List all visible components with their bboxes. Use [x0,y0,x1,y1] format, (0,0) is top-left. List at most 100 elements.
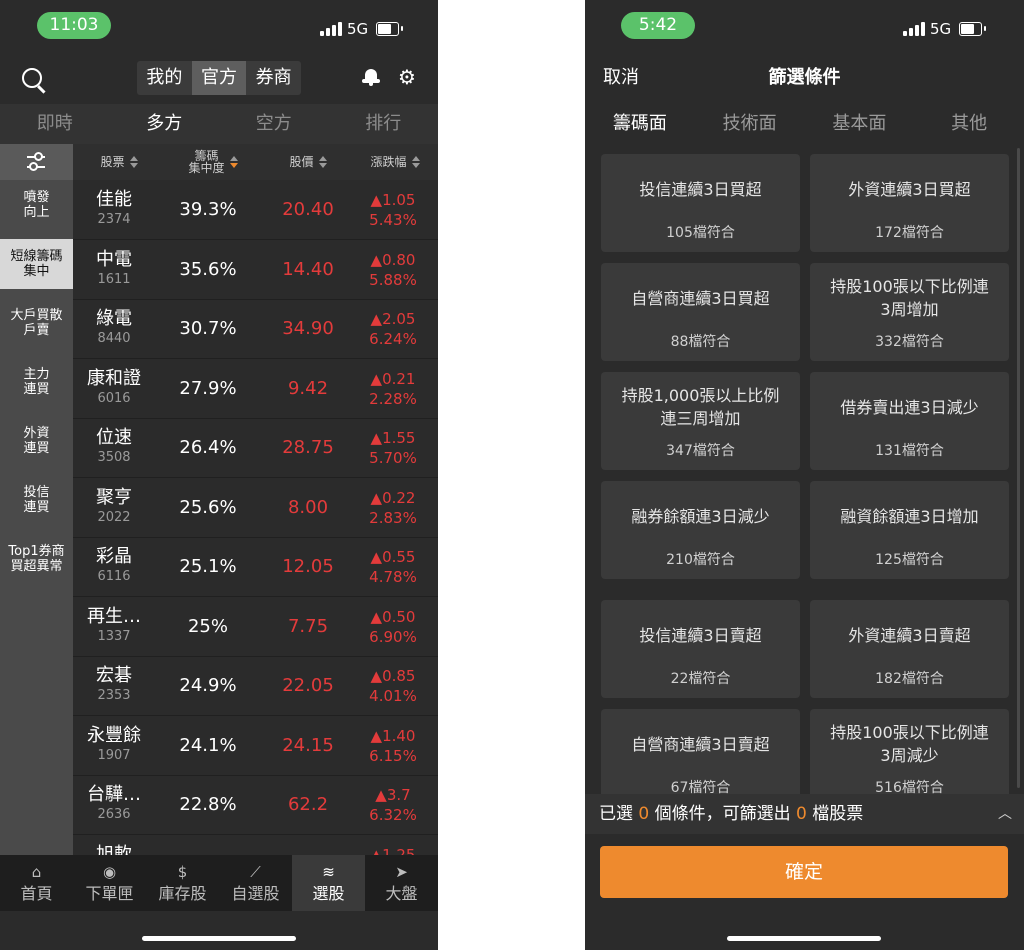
change-percent: 4.01% [369,687,417,705]
stock-code: 1907 [97,747,131,763]
condition-card[interactable]: 投信連續3日買超 105檔符合 [601,154,800,252]
price-value: 34.90 [282,318,334,339]
bell-icon[interactable] [362,67,380,87]
filter-tab[interactable]: 籌碼面 [585,104,695,144]
table-row[interactable]: 旭軟 ▲1.25 [73,835,438,855]
sidebar-item[interactable]: Top1券商 買超異常 [0,534,73,584]
condition-card[interactable]: 融資餘額連3日增加 125檔符合 [810,481,1009,579]
price-value: 8.00 [287,496,329,518]
condition-card[interactable]: 外資連續3日賣超 182檔符合 [810,600,1009,698]
cancel-button[interactable]: 取消 [603,52,639,104]
filter-tab[interactable]: 技術面 [695,104,805,144]
column-concentration[interactable]: 籌碼 集中度 [173,144,253,180]
tab-1[interactable]: 多方 [110,104,220,144]
sidebar-item[interactable]: 短線籌碼 集中 [0,239,73,289]
filter-tab[interactable]: 其他 [914,104,1024,144]
search-icon[interactable] [22,68,42,88]
table-row[interactable]: 佳能 2374 39.3% 20.40 ▲1.05 5.43% [73,180,438,240]
stock-code: 1337 [97,628,131,644]
status-bar: 5:42 5G [585,0,1024,52]
home-indicator[interactable] [142,936,296,941]
nav-label: 自選股 [231,884,280,903]
condition-card[interactable]: 持股100張以下比例連 3周增加 332檔符合 [810,263,1009,361]
stock-name: 永豐餘 [87,724,141,746]
table-row[interactable]: 中電 1611 35.6% 14.40 ▲0.80 5.88% [73,240,438,300]
nav-item[interactable]: ≋ 選股 [292,855,365,911]
tab-3[interactable]: 排行 [329,104,439,144]
condition-card[interactable]: 借券賣出連3日減少 131檔符合 [810,372,1009,470]
table-row[interactable]: 彩晶 6116 25.1% 12.05 ▲0.55 4.78% [73,537,438,597]
condition-title: 借券賣出連3日減少 [840,397,979,417]
change-percent: 2.28% [369,389,417,408]
sidebar-item[interactable]: 主力 連買 [0,357,73,407]
segment-option[interactable]: 券商 [246,61,301,95]
condition-card[interactable]: 融券餘額連3日減少 210檔符合 [601,481,800,579]
condition-card[interactable]: 自營商連續3日買超 88檔符合 [601,263,800,361]
nav-item[interactable]: ◉ 下單匣 [73,855,146,911]
table-row[interactable]: 綠電 8440 30.7% 34.90 ▲2.05 6.24% [73,299,438,359]
selection-summary[interactable]: 已選 0 個條件，可篩選出 0 檔股票 ︿ [585,794,1024,834]
sidebar-item[interactable]: 投信 連買 [0,475,73,525]
change-amount: ▲0.85 [370,667,416,685]
sidebar-item[interactable]: 外資 連買 [0,416,73,466]
signal-icon [320,22,342,36]
home-icon: ⌂ [31,863,42,881]
concentration-value: 35.6% [179,258,237,280]
table-row[interactable]: 再生… 1337 25% 7.75 ▲0.50 6.90% [73,597,438,657]
condition-title: 自營商連續3日賣超 [631,734,770,754]
filter-category-tabs: 籌碼面 技術面 基本面 其他 [585,104,1024,144]
direction-tabs: 即時 多方 空方 排行 [0,104,438,144]
condition-card[interactable]: 自營商連續3日賣超 67檔符合 [601,709,800,794]
condition-title: 外資連續3日買超 [848,179,971,199]
condition-title: 持股100張以下比例連 3周減少 [830,723,989,765]
condition-card[interactable]: 持股1,000張以上比例 連三周增加 347檔符合 [601,372,800,470]
change-amount: ▲3.7 [375,786,411,804]
nav-item[interactable]: ⌂ 首頁 [0,855,73,911]
home-indicator[interactable] [727,936,881,941]
tab-2[interactable]: 空方 [219,104,329,144]
home-bar-area [0,911,438,950]
table-header: 股票 籌碼 集中度 股價 漲跌幅 [73,144,438,180]
price-value: 14.40 [282,258,334,280]
confirm-button[interactable]: 確定 [600,846,1008,898]
change-amount: ▲0.22 [370,488,416,507]
table-row[interactable]: 宏碁 2353 24.9% 22.05 ▲0.85 4.01% [73,656,438,716]
column-price[interactable]: 股價 [273,144,343,180]
chevron-up-icon[interactable]: ︿ [998,794,1012,834]
change-amount: ▲1.55 [370,429,416,447]
nav-item[interactable]: ➤ 大盤 [365,855,438,911]
change-percent: 5.43% [369,211,417,229]
segment-option[interactable]: 我的 [137,61,192,95]
order-icon: ◉ [102,863,117,881]
table-row[interactable]: 永豐餘 1907 24.1% 24.15 ▲1.40 6.15% [73,716,438,776]
condition-card[interactable]: 持股100張以下比例連 3周減少 516檔符合 [810,709,1009,794]
change-amount: ▲1.05 [370,191,416,209]
nav-item[interactable]: ⟋ 自選股 [219,855,292,911]
scrollbar[interactable] [1017,148,1020,788]
table-row[interactable]: 聚亨 2022 25.6% 8.00 ▲0.22 2.83% [73,478,438,538]
table-row[interactable]: 位速 3508 26.4% 28.75 ▲1.55 5.70% [73,418,438,478]
sidebar-item[interactable]: 噴發 向上 [0,180,73,230]
gear-icon[interactable]: ⚙ [397,67,417,87]
nav-item[interactable]: $ 庫存股 [146,855,219,911]
summary-text: 檔股票 [806,804,864,824]
segment-option[interactable]: 官方 [191,61,247,95]
tab-0[interactable]: 即時 [0,104,110,144]
change-percent: 6.15% [369,746,417,765]
column-change[interactable]: 漲跌幅 [355,144,435,180]
nav-label: 下單匣 [85,884,134,903]
stock-code: 2353 [97,688,131,703]
concentration-value: 24.9% [179,675,237,696]
stock-name: 位速 [96,427,132,448]
stock-code: 3508 [97,450,131,465]
price-value: 62.2 [287,794,329,815]
change-amount: ▲0.50 [370,607,416,626]
condition-card[interactable]: 投信連續3日賣超 22檔符合 [601,600,800,698]
filter-tab[interactable]: 基本面 [805,104,915,144]
table-row[interactable]: 康和證 6016 27.9% 9.42 ▲0.21 2.28% [73,359,438,419]
filter-settings-icon[interactable] [0,144,73,180]
table-row[interactable]: 台驊… 2636 22.8% 62.2 ▲3.7 6.32% [73,775,438,835]
sidebar-item[interactable]: 大戶買散 戶賣 [0,298,73,348]
column-stock[interactable]: 股票 [81,144,157,180]
condition-card[interactable]: 外資連續3日買超 172檔符合 [810,154,1009,252]
